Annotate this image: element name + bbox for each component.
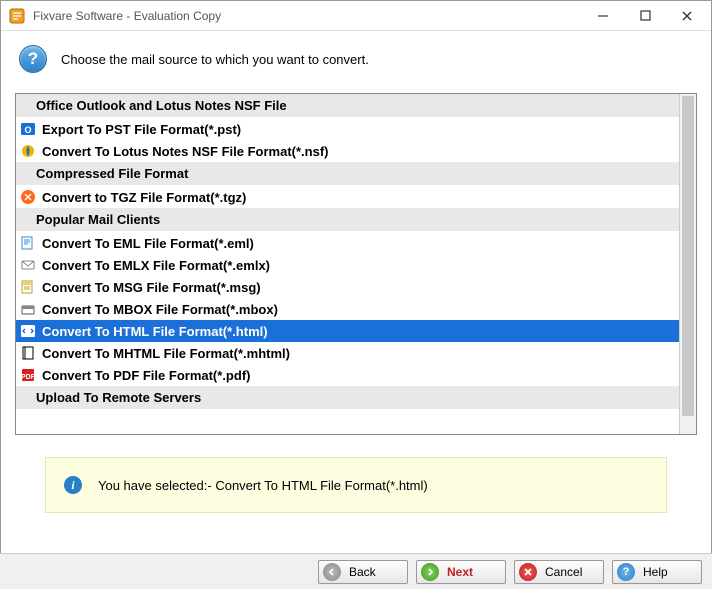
info-icon: i [64,476,82,494]
format-option[interactable]: Convert To EMLX File Format(*.emlx) [16,254,679,276]
window-title: Fixvare Software - Evaluation Copy [33,9,593,23]
format-option-label: Export To PST File Format(*.pst) [42,122,241,137]
format-option[interactable]: Convert to TGZ File Format(*.tgz) [16,186,679,208]
back-button[interactable]: Back [318,560,408,584]
mbox-icon [20,301,36,317]
format-option-label: Convert To MHTML File Format(*.mhtml) [42,346,290,361]
group-header: Popular Mail Clients [16,208,679,232]
selection-info: i You have selected:- Convert To HTML Fi… [45,457,667,513]
format-option[interactable]: PDF Convert To PDF File Format(*.pdf) [16,364,679,386]
html-icon [20,323,36,339]
format-option-label: Convert To PDF File Format(*.pdf) [42,368,250,383]
cancel-icon [519,563,537,581]
window-controls [593,6,703,26]
minimize-button[interactable] [593,6,613,26]
format-option[interactable]: Convert To MSG File Format(*.msg) [16,276,679,298]
format-option-label: Convert To MBOX File Format(*.mbox) [42,302,278,317]
eml-icon [20,235,36,251]
question-icon: ? [19,45,47,73]
tgz-icon [20,189,36,205]
format-list: Office Outlook and Lotus Notes NSF FileO… [15,93,697,435]
format-option[interactable]: Convert To MHTML File Format(*.mhtml) [16,342,679,364]
format-option-label: Convert To MSG File Format(*.msg) [42,280,261,295]
cancel-button[interactable]: Cancel [514,560,604,584]
mhtml-icon [20,345,36,361]
format-option[interactable]: O Export To PST File Format(*.pst) [16,118,679,140]
format-option[interactable]: Convert To Lotus Notes NSF File Format(*… [16,140,679,162]
format-option[interactable]: Convert To MBOX File Format(*.mbox) [16,298,679,320]
group-header: Compressed File Format [16,162,679,186]
pdf-icon: PDF [20,367,36,383]
format-option[interactable]: Convert To HTML File Format(*.html) [16,320,679,342]
instruction-text: Choose the mail source to which you want… [61,52,369,67]
format-option-label: Convert To EML File Format(*.eml) [42,236,254,251]
format-option-label: Convert To Lotus Notes NSF File Format(*… [42,144,329,159]
group-header: Office Outlook and Lotus Notes NSF File [16,94,679,118]
help-icon: ? [617,563,635,581]
svg-text:O: O [24,125,31,135]
lotus-icon [20,143,36,159]
group-header: Upload To Remote Servers [16,386,679,410]
format-option-label: Convert to TGZ File Format(*.tgz) [42,190,246,205]
next-arrow-icon [421,563,439,581]
format-option[interactable]: Convert To EML File Format(*.eml) [16,232,679,254]
close-button[interactable] [677,6,697,26]
selection-text: You have selected:- Convert To HTML File… [98,478,428,493]
format-option-label: Convert To HTML File Format(*.html) [42,324,268,339]
format-option-label: Convert To EMLX File Format(*.emlx) [42,258,270,273]
titlebar: Fixvare Software - Evaluation Copy [1,1,711,31]
emlx-icon [20,257,36,273]
outlook-icon: O [20,121,36,137]
next-button[interactable]: Next [416,560,506,584]
scrollbar[interactable] [679,94,696,434]
msg-icon [20,279,36,295]
help-button[interactable]: ? Help [612,560,702,584]
scrollbar-thumb[interactable] [682,96,694,416]
instruction-header: ? Choose the mail source to which you wa… [1,31,711,83]
app-icon [9,8,25,24]
svg-text:PDF: PDF [21,374,36,381]
button-bar: Back Next Cancel ? Help [0,553,712,589]
back-arrow-icon [323,563,341,581]
maximize-button[interactable] [635,6,655,26]
